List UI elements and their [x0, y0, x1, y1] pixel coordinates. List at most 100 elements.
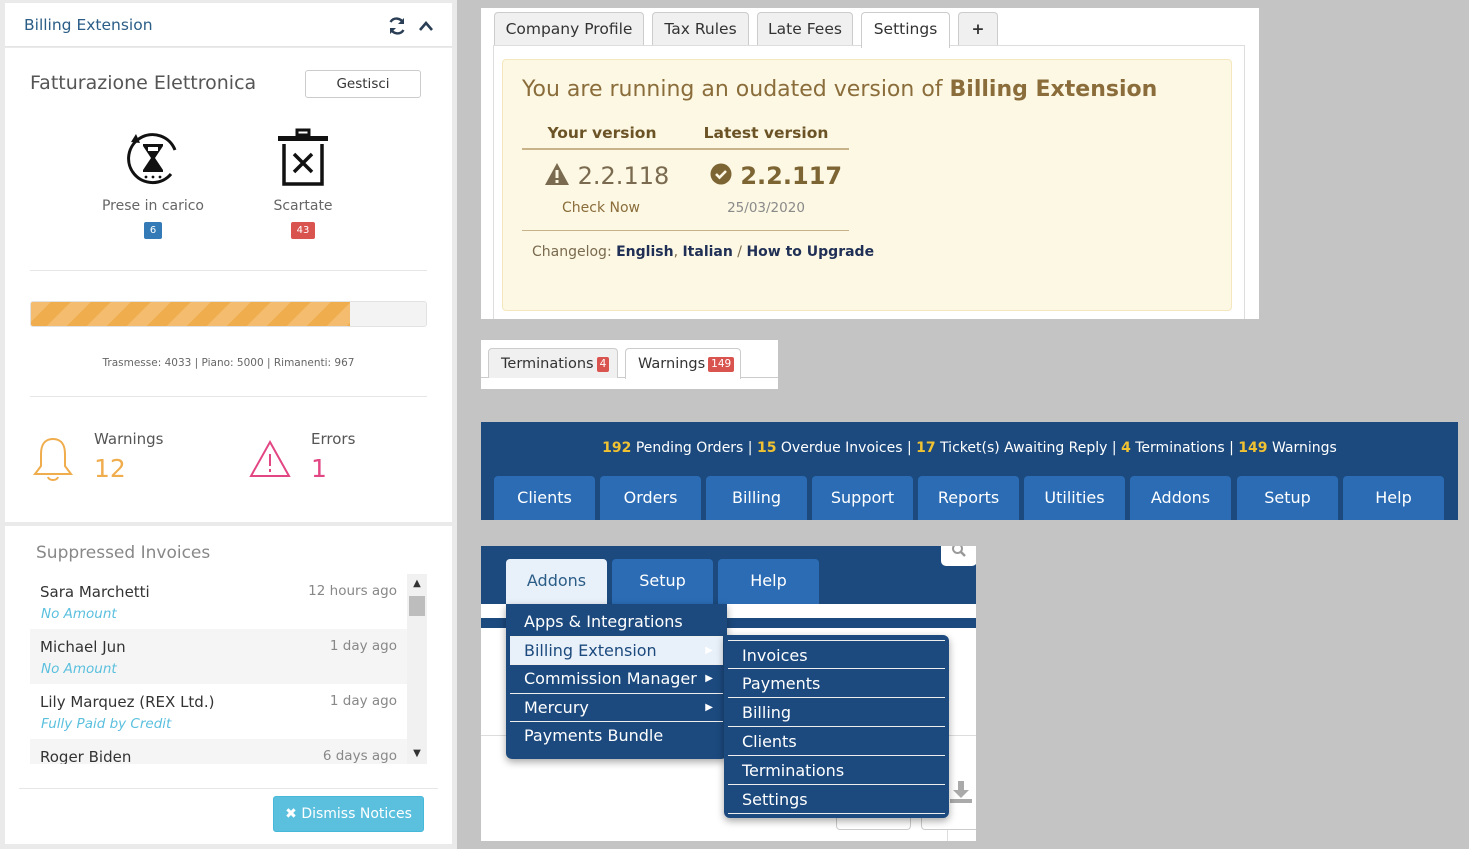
nav-orders[interactable]: Orders [600, 476, 701, 520]
notice-text[interactable]: Ticket(s) Awaiting Reply | [936, 440, 1121, 456]
nav-reports[interactable]: Reports [918, 476, 1019, 520]
tab-settings[interactable]: Settings [861, 12, 950, 48]
notice-text[interactable]: Pending Orders | [631, 440, 757, 456]
suppression-reason: No Amount [41, 606, 117, 622]
menu-item-payments-bundle[interactable]: Payments Bundle [510, 722, 723, 751]
nav-utilities[interactable]: Utilities [1024, 476, 1125, 520]
stat-rejected[interactable]: Scartate 43 [228, 128, 378, 239]
submenu-item-clients[interactable]: Clients [728, 727, 945, 756]
menu-item-label: Payments Bundle [524, 726, 664, 746]
notice-text[interactable]: Warnings [1268, 440, 1337, 456]
menu-item-label: Commission Manager [524, 669, 697, 689]
check-now-link[interactable]: Check Now [521, 200, 681, 216]
search-icon[interactable] [941, 546, 976, 566]
time-ago: 1 day ago [329, 638, 397, 654]
nav-help[interactable]: Help [1343, 476, 1444, 520]
menu-item-commission-manager[interactable]: Commission Manager ▶ [510, 665, 723, 694]
scroll-thumb[interactable] [409, 596, 425, 616]
stat-taken-in-charge[interactable]: Prese in carico 6 [78, 128, 228, 239]
suppression-reason: No Amount [41, 661, 117, 677]
tab-terminations[interactable]: Terminations 4 [488, 348, 618, 378]
list-item[interactable]: Roger Biden 6 days ago [30, 739, 407, 764]
message-text: You are running an oudated version of [522, 77, 950, 102]
time-ago: 6 days ago [322, 748, 397, 764]
menu-item-mercury[interactable]: Mercury ▶ [510, 694, 723, 723]
changelog: Changelog: English, Italian / How to Upg… [532, 244, 874, 260]
scroll-down-icon[interactable]: ▼ [407, 744, 427, 764]
suppression-reason: Fully Paid by Credit [41, 716, 172, 732]
divider [522, 230, 849, 231]
dismiss-notices-button[interactable]: ✖ Dismiss Notices [273, 796, 424, 832]
submenu-item-billing[interactable]: Billing [728, 698, 945, 727]
list-item[interactable]: Sara Marchetti 12 hours ago No Amount [30, 574, 407, 629]
list-scrollbar[interactable]: ▲ ▼ [407, 574, 427, 764]
scroll-up-icon[interactable]: ▲ [407, 574, 427, 594]
tab-company-profile[interactable]: Company Profile [494, 12, 644, 46]
list-item[interactable]: Lily Marquez (REX Ltd.) 1 day ago Fully … [30, 684, 407, 739]
menu-item-apps-integrations[interactable]: Apps & Integrations [510, 608, 723, 637]
download-icon[interactable] [948, 779, 976, 807]
warnings-count[interactable]: 149 [1238, 440, 1267, 456]
manage-button[interactable]: Gestisci [305, 70, 421, 98]
overdue-invoices-count[interactable]: 15 [757, 440, 776, 456]
nav-billing[interactable]: Billing [706, 476, 807, 520]
pending-orders-count[interactable]: 192 [602, 440, 631, 456]
client-name: Michael Jun [40, 638, 126, 656]
admin-navbar: 192 Pending Orders | 15 Overdue Invoices… [481, 422, 1458, 520]
widget-body: Fatturazione Elettronica Gestisci Prese … [5, 48, 452, 522]
tab-warnings[interactable]: Warnings 149 [625, 348, 741, 379]
nav-setup[interactable]: Setup [612, 559, 713, 604]
notice-text[interactable]: Overdue Invoices | [776, 440, 916, 456]
time-ago: 12 hours ago [308, 583, 397, 599]
bell-icon [33, 437, 73, 481]
submenu-item-invoices[interactable]: Invoices [728, 640, 945, 669]
outdated-version-alert: You are running an oudated version of Bi… [502, 59, 1232, 311]
nav-setup[interactable]: Setup [1237, 476, 1338, 520]
changelog-english-link[interactable]: English [616, 244, 673, 260]
nav-support[interactable]: Support [812, 476, 913, 520]
latest-version: 2.2.117 [710, 162, 842, 190]
your-version: 2.2.118 [544, 162, 669, 190]
billing-extension-submenu: Invoices Payments Billing Clients Termin… [724, 635, 949, 818]
errors-label: Errors [311, 430, 356, 448]
separator: / [732, 244, 747, 260]
notice-text[interactable]: Terminations | [1131, 440, 1238, 456]
widget-title: Billing Extension [24, 16, 153, 34]
warnings-label: Warnings [94, 430, 164, 448]
tab-label: Warnings [638, 356, 706, 372]
nav-clients[interactable]: Clients [494, 476, 595, 520]
tab-tax-rules[interactable]: Tax Rules [652, 12, 749, 46]
terminations-count[interactable]: 4 [1121, 440, 1131, 456]
count-badge: 149 [708, 357, 735, 372]
refresh-icon[interactable] [387, 16, 407, 36]
nav-addons[interactable]: Addons [1130, 476, 1231, 520]
submenu-arrow-icon: ▶ [705, 673, 713, 685]
latest-version-label: Latest version [703, 124, 829, 142]
suppressed-title: Suppressed Invoices [36, 543, 211, 563]
errors-count: 1 [311, 454, 327, 483]
count-badge: 6 [143, 222, 163, 239]
notification-tabs: Terminations 4 Warnings 149 [481, 340, 778, 389]
tickets-count[interactable]: 17 [916, 440, 935, 456]
stat-label: Prese in carico [101, 198, 204, 214]
submenu-item-terminations[interactable]: Terminations [728, 756, 945, 785]
changelog-label: Changelog: [532, 244, 617, 260]
stat-label: Scartate [273, 198, 333, 214]
submenu-item-settings[interactable]: Settings [728, 785, 945, 814]
nav-help[interactable]: Help [718, 559, 819, 604]
tab-late-fees[interactable]: Late Fees [757, 12, 853, 46]
section-title: Fatturazione Elettronica [30, 72, 257, 94]
product-name: Billing Extension [949, 77, 1158, 102]
submenu-arrow-icon: ▶ [705, 644, 713, 656]
changelog-italian-link[interactable]: Italian [682, 244, 732, 260]
menu-item-label: Mercury [524, 697, 589, 717]
submenu-item-payments[interactable]: Payments [728, 669, 945, 698]
latest-version-number: 2.2.117 [740, 162, 843, 190]
menu-item-billing-extension[interactable]: Billing Extension ▶ [510, 636, 723, 666]
nav-addons[interactable]: Addons [506, 559, 607, 607]
collapse-chevron-icon[interactable] [416, 16, 436, 36]
add-tab-button[interactable]: + [958, 12, 998, 46]
how-to-upgrade-link[interactable]: How to Upgrade [746, 244, 874, 260]
list-item[interactable]: Michael Jun 1 day ago No Amount [30, 629, 407, 684]
hourglass-sync-icon [123, 128, 183, 188]
